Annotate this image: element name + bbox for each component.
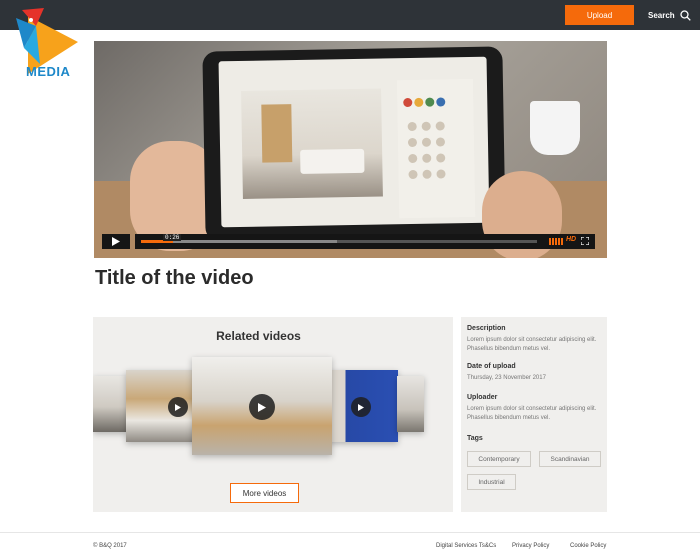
related-thumb-left[interactable] — [126, 370, 196, 442]
search-label: Search — [648, 10, 675, 20]
related-thumb-right[interactable] — [328, 370, 398, 442]
swatch — [435, 121, 445, 131]
uploader-section: Uploader Lorem ipsum dolor sit consectet… — [467, 394, 599, 423]
swatch — [407, 121, 417, 132]
date-section: Date of upload Thursday, 23 November 201… — [467, 363, 599, 383]
logo-text: MEDIA — [26, 64, 71, 79]
hd-quality-toggle[interactable]: HD — [566, 236, 576, 243]
tablet-paint-panel — [396, 78, 476, 219]
related-play-button[interactable] — [351, 397, 371, 417]
footer-link-digital-services[interactable]: Digital Services Ts&Cs — [436, 543, 496, 549]
footer-divider — [0, 532, 700, 533]
tags-section: Tags — [467, 435, 599, 446]
description-text: Lorem ipsum dolor sit consectetur adipis… — [467, 337, 597, 352]
tags-heading: Tags — [467, 435, 483, 442]
swatch — [407, 137, 418, 148]
tag-industrial[interactable]: Industrial — [467, 474, 516, 490]
fullscreen-icon[interactable] — [581, 237, 589, 245]
room-bed — [300, 148, 365, 174]
date-text: Thursday, 23 November 2017 — [467, 375, 546, 381]
play-icon — [258, 402, 266, 412]
swatch — [421, 137, 432, 147]
tablet-room-preview — [241, 88, 383, 199]
related-videos-heading: Related videos — [216, 329, 301, 343]
tag-scandinavian[interactable]: Scandinavian — [539, 451, 601, 467]
uploader-heading: Uploader — [467, 394, 498, 401]
related-play-button[interactable] — [168, 397, 188, 417]
date-heading: Date of upload — [467, 363, 516, 370]
description-heading: Description — [467, 325, 506, 332]
swatch — [436, 153, 446, 163]
swatch — [421, 121, 431, 131]
swatch — [425, 97, 435, 107]
swatch — [435, 137, 446, 147]
video-controls: 0:26 HD — [102, 234, 595, 249]
footer-link-privacy[interactable]: Privacy Policy — [512, 543, 549, 549]
video-current-time: 0:26 — [163, 234, 182, 241]
search-link[interactable]: Search — [648, 9, 691, 21]
related-thumb-far-right[interactable] — [397, 376, 424, 432]
uploader-text: Lorem ipsum dolor sit consectetur adipis… — [467, 406, 597, 421]
swatch — [422, 153, 432, 163]
volume-icon[interactable] — [549, 238, 563, 245]
play-icon — [358, 403, 364, 411]
video-progress-track[interactable]: 0:26 — [141, 234, 537, 243]
video-scene-cup — [530, 101, 580, 155]
swatch — [408, 169, 418, 180]
swatch — [436, 169, 446, 179]
upload-button[interactable]: Upload — [565, 5, 634, 25]
search-icon — [680, 9, 691, 21]
swatch — [422, 169, 432, 179]
video-player[interactable]: 0:26 HD — [94, 41, 607, 258]
description-section: Description Lorem ipsum dolor sit consec… — [467, 325, 599, 354]
swatch — [408, 153, 418, 164]
video-play-button[interactable] — [102, 234, 130, 249]
footer-copyright: © B&Q 2017 — [93, 543, 127, 549]
video-scene-tablet — [202, 46, 506, 242]
related-play-button-main[interactable] — [249, 394, 275, 420]
video-control-bar: 0:26 HD — [135, 234, 595, 249]
related-thumb-far-left[interactable] — [93, 376, 127, 432]
more-videos-button[interactable]: More videos — [230, 483, 299, 503]
swatch — [403, 97, 413, 108]
tag-contemporary[interactable]: Contemporary — [467, 451, 531, 467]
related-videos-panel: Related videos More videos — [93, 317, 453, 512]
video-info-panel: Description Lorem ipsum dolor sit consec… — [461, 317, 607, 512]
swatch — [436, 97, 446, 107]
swatch — [414, 97, 424, 107]
room-wardrobe — [261, 104, 293, 163]
play-icon — [112, 237, 120, 246]
related-thumb-center[interactable] — [192, 357, 332, 455]
play-icon — [175, 403, 181, 411]
tablet-screen — [218, 56, 490, 228]
footer-link-cookie[interactable]: Cookie Policy — [570, 543, 606, 549]
video-title: Title of the video — [95, 267, 254, 289]
